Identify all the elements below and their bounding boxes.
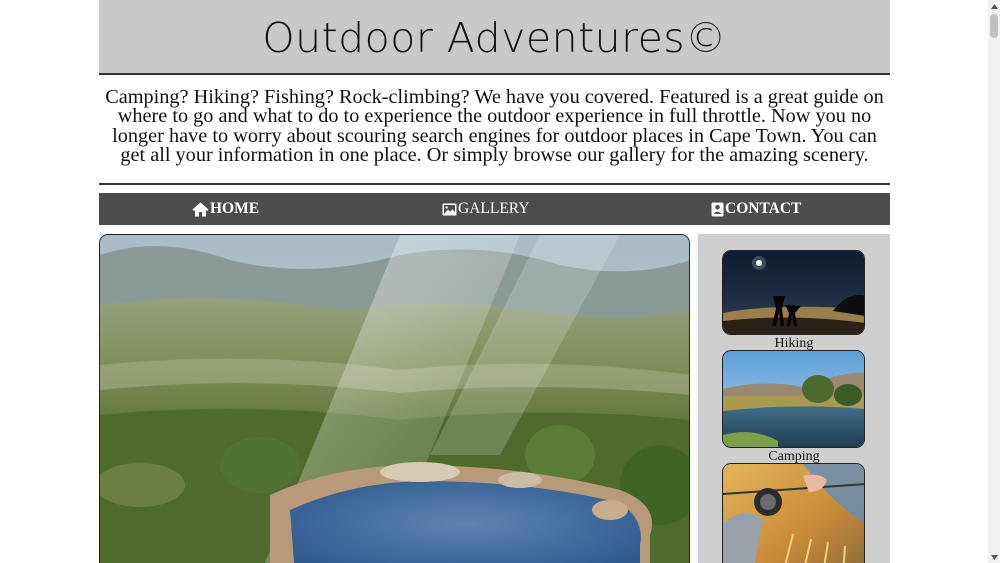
nav-gallery-link[interactable]: GALLERY xyxy=(442,193,529,225)
contact-card-icon xyxy=(711,202,725,217)
nav-contact-label: CONTACT xyxy=(725,200,802,217)
nav-home-label: HOME xyxy=(210,200,260,217)
thumbnail-caption: Hiking xyxy=(774,336,814,351)
home-icon xyxy=(192,202,210,217)
main-nav: HOME GALLERY CONTACT xyxy=(99,193,890,225)
page-container: Outdoor Adventures© Camping? Hiking? Fis… xyxy=(99,0,890,563)
divider xyxy=(99,183,890,185)
nav-home-link[interactable]: HOME xyxy=(192,193,259,225)
thumbnail-hiking[interactable] xyxy=(722,250,865,335)
scrollbar-thumb[interactable] xyxy=(990,14,998,38)
site-title: Outdoor Adventures© xyxy=(262,13,727,62)
page-scrollbar[interactable] xyxy=(988,0,1000,563)
hero-image xyxy=(99,234,690,563)
intro-paragraph: Camping? Hiking? Fishing? Rock-climbing?… xyxy=(105,86,884,166)
scroll-up-arrow-icon[interactable] xyxy=(988,0,1000,12)
nav-contact-link[interactable]: CONTACT xyxy=(711,193,801,225)
site-header: Outdoor Adventures© xyxy=(99,0,890,75)
nav-gallery-label: GALLERY xyxy=(458,200,530,217)
sidebar-gallery: Hiking Camping xyxy=(698,234,890,563)
image-icon xyxy=(442,203,458,216)
scroll-down-arrow-icon[interactable] xyxy=(988,551,1000,563)
thumbnail-caption: Camping xyxy=(768,449,820,464)
thumbnail-fishing[interactable] xyxy=(722,463,865,563)
thumbnail-camping[interactable] xyxy=(722,350,865,448)
